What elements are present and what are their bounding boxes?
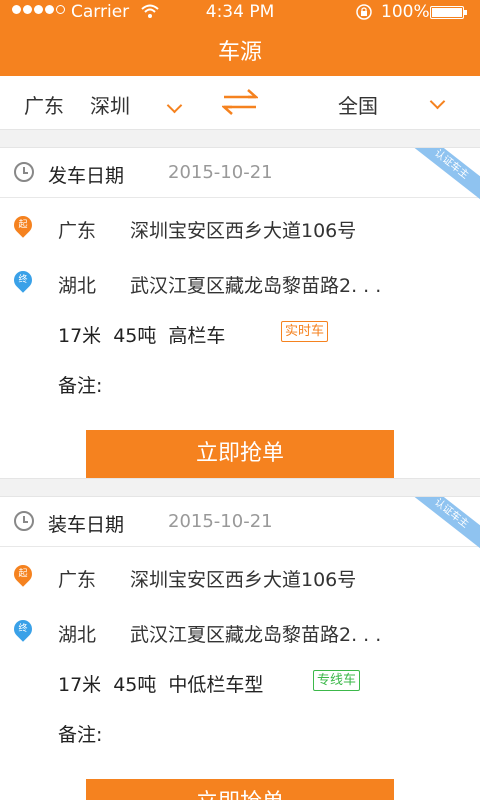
- vehicle-length: 17米: [58, 674, 102, 696]
- date-label: 发车日期: [48, 165, 125, 187]
- start-province: 广东: [58, 220, 97, 242]
- date-row: 发车日期 2015-10-21: [0, 148, 480, 198]
- start-address: 深圳宝安区西乡大道106号: [130, 569, 357, 591]
- vehicle-type: 高栏车: [168, 325, 226, 347]
- truck-source-card: 发车日期 2015-10-21 认证车主 起 广东 深圳宝安区西乡大道106号 …: [0, 147, 480, 479]
- vehicle-spec: 17米 45吨 高栏车: [58, 321, 237, 348]
- grab-order-button[interactable]: 立即抢单: [86, 779, 394, 800]
- nav-bar: 车源: [0, 24, 480, 76]
- dedicated-line-tag: 专线车: [313, 670, 361, 691]
- start-province: 广东: [58, 569, 97, 591]
- end-pin-icon: 终: [10, 616, 36, 642]
- clock-icon: [14, 511, 34, 531]
- status-bar: Carrier 4:34 PM 100%: [0, 0, 480, 24]
- date-label: 装车日期: [48, 514, 125, 536]
- vehicle-length: 17米: [58, 325, 102, 347]
- end-province: 湖北: [58, 275, 97, 297]
- start-pin-icon: 起: [10, 212, 36, 238]
- start-address: 深圳宝安区西乡大道106号: [130, 220, 357, 242]
- battery-icon: [430, 6, 467, 19]
- date-value: 2015-10-21: [168, 511, 273, 532]
- battery-percent: 100%: [381, 2, 430, 22]
- vehicle-type: 中低栏车型: [168, 674, 264, 696]
- to-region[interactable]: 全国: [338, 90, 378, 119]
- date-value: 2015-10-21: [168, 162, 273, 183]
- end-province: 湖北: [58, 624, 97, 646]
- end-address: 武汉江夏区藏龙岛黎苗路2. . .: [130, 624, 382, 646]
- clock-icon: [14, 162, 34, 182]
- remark-label: 备注:: [58, 724, 103, 746]
- end-address: 武汉江夏区藏龙岛黎苗路2. . .: [130, 275, 382, 297]
- start-pin-icon: 起: [10, 561, 36, 587]
- page-title: 车源: [217, 40, 262, 65]
- from-city[interactable]: 深圳: [90, 90, 130, 119]
- grab-order-button[interactable]: 立即抢单: [86, 430, 394, 478]
- vehicle-weight: 45吨: [113, 325, 157, 347]
- realtime-tag: 实时车: [281, 321, 329, 342]
- date-row: 装车日期 2015-10-21: [0, 497, 480, 547]
- swap-route-icon[interactable]: [222, 88, 258, 116]
- route-filter-bar: 广东 深圳 全国: [0, 76, 480, 130]
- to-chevron-down-icon[interactable]: [429, 93, 446, 110]
- vehicle-weight: 45吨: [113, 674, 157, 696]
- from-chevron-down-icon[interactable]: [166, 97, 183, 114]
- from-province[interactable]: 广东: [24, 90, 64, 119]
- end-pin-icon: 终: [10, 267, 36, 293]
- vehicle-spec: 17米 45吨 中低栏车型: [58, 670, 275, 697]
- rotation-lock-icon: [356, 4, 372, 20]
- remark-label: 备注:: [58, 375, 103, 397]
- truck-source-card: 装车日期 2015-10-21 认证车主 起 广东 深圳宝安区西乡大道106号 …: [0, 496, 480, 800]
